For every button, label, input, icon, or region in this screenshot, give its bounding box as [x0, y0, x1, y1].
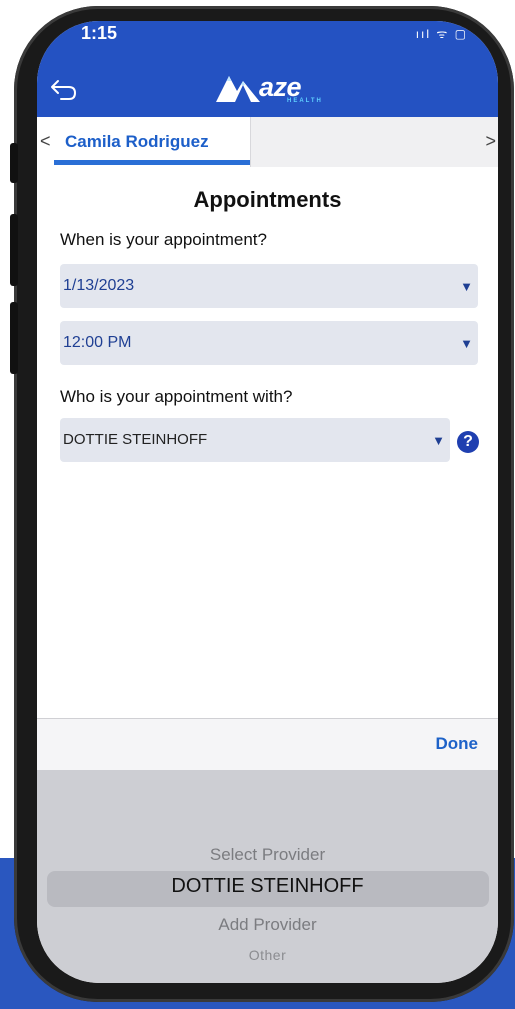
provider-select[interactable]: DOTTIE STEINHOFF ▼: [60, 418, 450, 462]
tab-divider: [250, 117, 251, 167]
mute-switch: [10, 143, 18, 183]
date-select[interactable]: 1/13/2023 ▼: [60, 264, 478, 308]
who-label: Who is your appointment with?: [60, 387, 293, 406]
time-select[interactable]: 12:00 PM ▼: [60, 321, 478, 365]
volume-down-button: [10, 302, 18, 374]
done-button[interactable]: Done: [436, 734, 479, 754]
picker-option[interactable]: Select Provider: [37, 845, 498, 865]
phone-screen: 1:15 ııl ᯤ ▢ aze HEALTH Camila Rodriguez…: [37, 21, 498, 983]
volume-up-button: [10, 214, 18, 286]
logo-subtext: HEALTH: [287, 98, 323, 104]
dropdown-arrow-icon: ▼: [460, 336, 473, 351]
provider-value: DOTTIE STEINHOFF: [63, 431, 208, 448]
tab-camila-rodriguez[interactable]: Camila Rodriguez: [37, 117, 250, 167]
provider-picker[interactable]: Select Provider DOTTIE STEINHOFF Add Pro…: [37, 770, 498, 983]
tab-active-indicator: [54, 160, 250, 165]
help-icon[interactable]: ?: [457, 431, 479, 453]
when-label: When is your appointment?: [60, 230, 267, 249]
patient-tab-bar: Camila Rodriguez < >: [37, 117, 498, 167]
back-arrow-icon[interactable]: [49, 79, 77, 101]
picker-option[interactable]: Other: [37, 947, 498, 963]
logo-mountain-icon: [216, 76, 260, 102]
picker-option-selected[interactable]: DOTTIE STEINHOFF: [37, 875, 498, 898]
picker-toolbar: Done: [37, 718, 498, 771]
app-header: 1:15 ııl ᯤ ▢ aze HEALTH: [37, 21, 498, 117]
time-value: 12:00 PM: [63, 334, 132, 351]
status-icons: ııl ᯤ ▢: [415, 27, 468, 41]
chevron-right-icon[interactable]: >: [485, 131, 496, 152]
page-title: Appointments: [193, 187, 342, 212]
dropdown-arrow-icon: ▼: [432, 433, 445, 448]
status-time: 1:15: [81, 23, 118, 43]
tab-label: Camila Rodriguez: [65, 132, 209, 151]
date-value: 1/13/2023: [63, 277, 135, 294]
dropdown-arrow-icon: ▼: [460, 279, 473, 294]
chevron-left-icon[interactable]: <: [40, 131, 51, 152]
picker-option[interactable]: Add Provider: [37, 915, 498, 935]
